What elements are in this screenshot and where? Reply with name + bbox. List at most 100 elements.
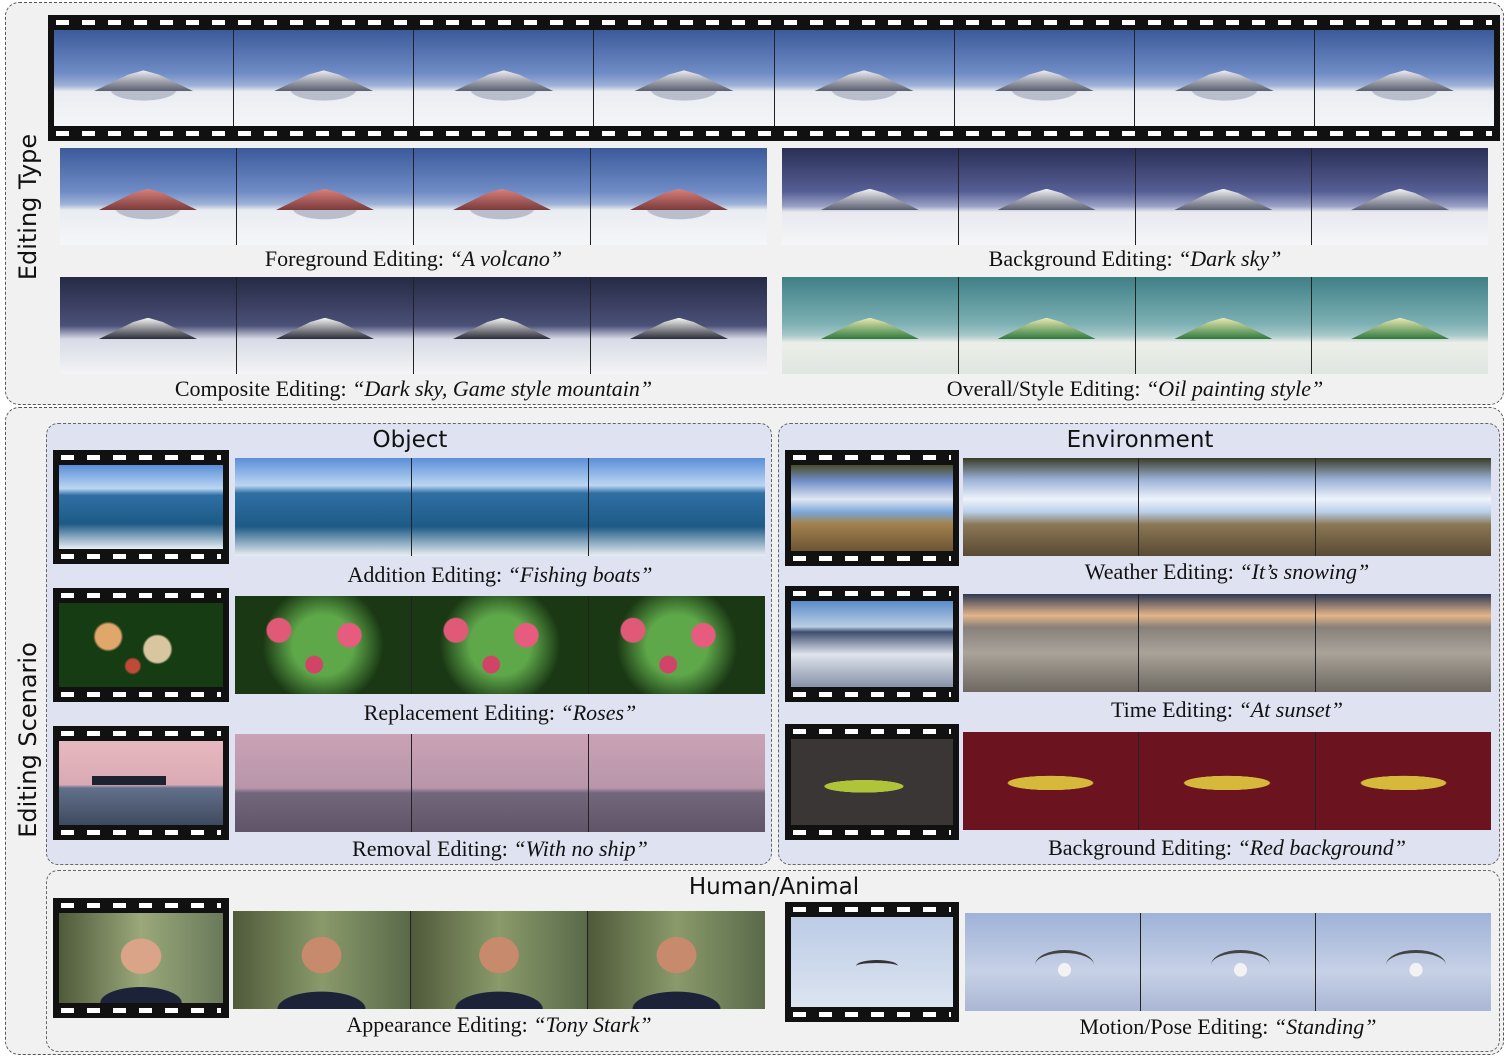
video-frame — [1312, 148, 1488, 245]
video-frame — [591, 148, 767, 245]
caption-prefix: Weather Editing: — [1084, 559, 1240, 584]
caption-prefix: Removal Editing: — [352, 836, 514, 861]
editing-scenario-label: Editing Scenario — [14, 642, 42, 838]
video-frame — [588, 911, 766, 1009]
video-frame — [1312, 277, 1488, 374]
caption-prefix: Addition Editing: — [347, 562, 508, 587]
video-frame — [1315, 732, 1491, 830]
video-frame — [958, 277, 1136, 374]
video-frame — [235, 734, 412, 832]
addition-editing-caption: Addition Editing: “Fishing boats” — [235, 562, 765, 588]
caption-prefix: Background Editing: — [988, 246, 1179, 271]
caption-prompt: “With no ship” — [513, 836, 648, 861]
caption-prefix: Replacement Editing: — [363, 700, 561, 725]
caption-prompt: “Fishing boats” — [507, 562, 653, 587]
video-frame — [594, 30, 775, 126]
video-frame — [791, 601, 953, 687]
video-frame — [412, 734, 589, 832]
video-frame — [233, 911, 411, 1009]
time-editing-caption: Time Editing: “At sunset” — [963, 697, 1491, 723]
video-frame — [410, 911, 589, 1009]
env-background-source-filmstrip — [785, 724, 959, 840]
weather-edit-frames — [963, 458, 1491, 556]
video-frame — [782, 277, 959, 374]
source-video-frames — [54, 30, 1494, 126]
human-animal-subpanel: Human/Animal Appearance Editing: “Tony S… — [46, 870, 1500, 1052]
removal-editing-caption: Removal Editing: “With no ship” — [235, 836, 765, 862]
weather-source-filmstrip — [785, 450, 959, 566]
motion-source-filmstrip — [785, 902, 959, 1022]
video-frame — [1134, 30, 1315, 126]
video-frame — [791, 465, 953, 551]
video-frame — [963, 594, 1140, 692]
appearance-source-filmstrip — [53, 898, 229, 1018]
video-frame — [54, 30, 235, 126]
caption-prompt: “At sunset” — [1238, 697, 1344, 722]
caption-prompt: “Standing” — [1273, 1014, 1377, 1039]
caption-prefix: Overall/Style Editing: — [946, 376, 1146, 401]
video-frame — [60, 277, 237, 374]
caption-prompt: “Dark sky, Game style mountain” — [352, 376, 653, 401]
appearance-editing-caption: Appearance Editing: “Tony Stark” — [233, 1012, 765, 1038]
background-edit-frames — [782, 148, 1488, 245]
composite-edit-frames — [60, 277, 767, 374]
caption-prefix: Background Editing: — [1048, 835, 1238, 860]
video-frame — [1316, 913, 1492, 1011]
video-frame — [589, 458, 765, 556]
caption-prompt: “Dark sky” — [1178, 246, 1282, 271]
video-frame — [414, 277, 591, 374]
video-frame — [958, 148, 1136, 245]
video-frame — [791, 917, 953, 1007]
object-subpanel: Object Addition Editing: “Fishing boats”… — [46, 423, 772, 865]
video-frame — [234, 30, 415, 126]
caption-prefix: Time Editing: — [1110, 697, 1239, 722]
video-frame — [59, 465, 223, 549]
video-frame — [59, 913, 223, 1003]
editing-type-panel: Editing Type Foreground Editing: “A volc… — [5, 2, 1504, 405]
video-frame — [589, 734, 765, 832]
time-edit-frames — [963, 594, 1491, 692]
caption-prefix: Motion/Pose Editing: — [1079, 1014, 1274, 1039]
video-frame — [412, 458, 589, 556]
video-frame — [963, 732, 1140, 830]
video-frame — [1314, 30, 1494, 126]
caption-prompt: “Roses” — [560, 700, 637, 725]
video-frame — [1139, 732, 1316, 830]
caption-prefix: Appearance Editing: — [346, 1012, 534, 1037]
video-frame — [237, 277, 414, 374]
video-frame — [414, 30, 595, 126]
replacement-editing-caption: Replacement Editing: “Roses” — [235, 700, 765, 726]
video-frame — [1135, 148, 1313, 245]
video-frame — [59, 603, 223, 687]
background-editing-caption: Background Editing: “Dark sky” — [782, 246, 1488, 272]
video-frame — [963, 458, 1140, 556]
motion-pose-editing-caption: Motion/Pose Editing: “Standing” — [965, 1014, 1491, 1040]
video-frame — [412, 596, 589, 694]
video-frame — [589, 596, 765, 694]
video-frame — [1139, 594, 1316, 692]
video-frame — [235, 596, 412, 694]
video-frame — [59, 741, 223, 825]
environment-subpanel: Environment Weather Editing: “It’s snowi… — [778, 423, 1500, 865]
video-frame — [782, 148, 959, 245]
video-frame — [235, 458, 412, 556]
video-frame — [954, 30, 1135, 126]
editing-type-label: Editing Type — [14, 133, 42, 281]
env-background-edit-frames — [963, 732, 1491, 830]
motion-edit-frames — [965, 913, 1492, 1011]
caption-prompt: “Tony Stark” — [533, 1012, 652, 1037]
video-frame — [591, 277, 767, 374]
caption-prompt: “Oil painting style” — [1145, 376, 1324, 401]
env-background-editing-caption: Background Editing: “Red background” — [963, 835, 1491, 861]
video-frame — [60, 148, 237, 245]
removal-edit-frames — [235, 734, 765, 832]
video-frame — [1140, 913, 1317, 1011]
video-frame — [1315, 594, 1491, 692]
video-frame — [965, 913, 1141, 1011]
video-frame — [1315, 458, 1491, 556]
foreground-edit-frames — [60, 148, 767, 245]
human-animal-title: Human/Animal — [688, 874, 860, 900]
video-frame — [414, 148, 591, 245]
appearance-edit-frames — [233, 911, 766, 1009]
video-frame — [237, 148, 414, 245]
